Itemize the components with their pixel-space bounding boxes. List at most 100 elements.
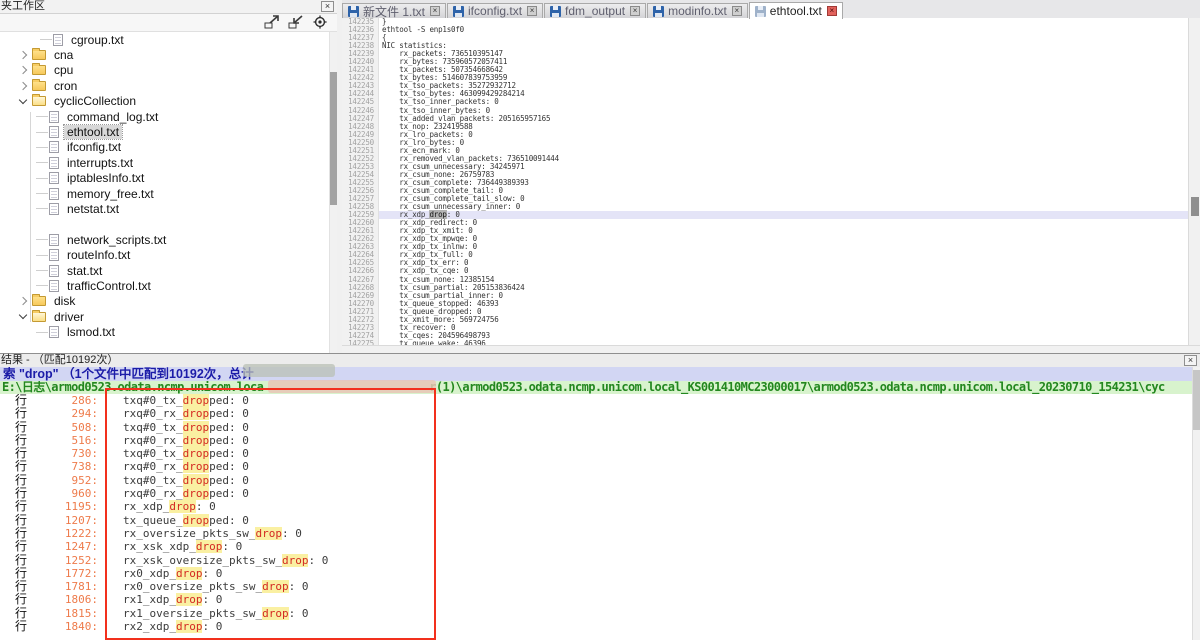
row-line-prefix: 行 [15, 514, 27, 527]
tree-item-cna[interactable]: cna [0, 47, 337, 62]
folder-workspace-panel: 夹工作区 × cgroup.txtcnacpu croncyclicCollect… [0, 0, 338, 353]
tree-item-cyclicCollection[interactable]: cyclicCollection [0, 94, 337, 109]
saved-file-icon [348, 6, 359, 17]
tree-item-redacted [0, 217, 337, 232]
tree-item-cron[interactable]: cron [0, 78, 337, 93]
tree-connector-stub [36, 255, 48, 256]
tree-item-routeInfo.txt[interactable]: routeInfo.txt [0, 247, 337, 262]
search-summary-row[interactable]: 索 "drop" （1个文件中匹配到10192次，总计 [0, 367, 1192, 381]
tree-item-command_log.txt[interactable]: command_log.txt [0, 109, 337, 124]
workspace-toolbar [0, 14, 337, 32]
tree-item-memory_free.txt[interactable]: memory_free.txt [0, 186, 337, 201]
expand-all-icon[interactable] [264, 15, 281, 29]
tree-item-label: lsmod.txt [64, 325, 118, 339]
tree-item-interrupts.txt[interactable]: interrupts.txt [0, 155, 337, 170]
tree-item-ethtool.txt[interactable]: ethtool.txt [0, 124, 337, 139]
tree-item-label: interrupts.txt [64, 156, 136, 170]
tab-close-icon[interactable]: × [732, 6, 742, 16]
editor-line: 142272 tx_xmit_more: 569724756 [342, 316, 1188, 324]
tree-item-driver[interactable]: driver [0, 309, 337, 324]
chevron-right-icon[interactable] [19, 297, 27, 305]
saved-file-icon [550, 6, 561, 17]
file-icon [49, 126, 59, 138]
tree-item-label: netstat.txt [64, 202, 122, 216]
tree-item-label: network_scripts.txt [64, 233, 169, 247]
editor-horizontal-scrollbar[interactable] [342, 345, 1200, 353]
row-line-number: 1781: [34, 580, 98, 593]
tab-close-icon[interactable]: × [827, 6, 837, 16]
tree-item-label: ifconfig.txt [64, 140, 124, 154]
row-line-prefix: 行 [15, 434, 27, 447]
results-scrollbar-thumb[interactable] [1193, 370, 1200, 430]
chevron-right-icon[interactable] [19, 66, 27, 74]
tree-item-lsmod.txt[interactable]: lsmod.txt [0, 324, 337, 339]
tab-close-icon[interactable]: × [430, 6, 440, 16]
editor-vscroll-thumb[interactable] [1191, 197, 1199, 216]
chevron-right-icon[interactable] [19, 82, 27, 90]
chevron-down-icon[interactable] [19, 311, 27, 319]
tree-item-trafficControl.txt[interactable]: trafficControl.txt [0, 278, 337, 293]
tree-scrollbar[interactable] [329, 32, 337, 353]
tree-item-label: cron [51, 79, 80, 93]
workspace-title: 夹工作区 [1, 0, 45, 13]
file-icon [49, 188, 59, 200]
tree-item-label: cpu [51, 63, 76, 77]
row-line-number: 1247: [34, 540, 98, 553]
tree-item-ifconfig.txt[interactable]: ifconfig.txt [0, 140, 337, 155]
row-line-number: 730: [34, 447, 98, 460]
tab-modinfo.txt[interactable]: modinfo.txt× [647, 3, 748, 19]
tree-item-stat.txt[interactable]: stat.txt [0, 263, 337, 278]
tree-connector-stub [36, 162, 48, 163]
tree-scrollbar-thumb[interactable] [330, 72, 337, 205]
results-close-icon[interactable]: × [1184, 355, 1197, 366]
tree-connector-stub [36, 285, 48, 286]
chevron-right-icon[interactable] [19, 51, 27, 59]
tab-ethtool.txt[interactable]: ethtool.txt× [749, 2, 843, 19]
tree-item-iptablesInfo.txt[interactable]: iptablesInfo.txt [0, 171, 337, 186]
file-icon [49, 141, 59, 153]
locate-file-icon[interactable] [312, 15, 329, 29]
tab-close-icon[interactable]: × [527, 6, 537, 16]
tree-item-disk[interactable]: disk [0, 294, 337, 309]
tab-close-icon[interactable]: × [630, 6, 640, 16]
workspace-close-icon[interactable]: × [321, 1, 334, 12]
tab-ifconfig.txt[interactable]: ifconfig.txt× [447, 3, 543, 19]
row-line-prefix: 行 [15, 421, 27, 434]
row-line-prefix: 行 [15, 460, 27, 473]
workspace-titlebar: 夹工作区 × [0, 0, 337, 14]
tree-item-label: routeInfo.txt [64, 248, 133, 262]
line-text: tx_tso_bytes: 463099429284214 [379, 90, 1188, 98]
row-line-number: 1195: [34, 500, 98, 513]
results-scrollbar[interactable] [1192, 367, 1200, 640]
line-text: tx_csum_partial_inner: 0 [379, 292, 1188, 300]
row-line-prefix: 行 [15, 554, 27, 567]
line-text: tx_tso_inner_packets: 0 [379, 98, 1188, 106]
chevron-down-icon[interactable] [19, 96, 27, 104]
line-text: tx_queue_stopped: 46393 [379, 300, 1188, 308]
file-icon [49, 234, 59, 246]
tree-item-label: disk [51, 294, 78, 308]
tab-fdm_output[interactable]: fdm_output× [544, 3, 646, 19]
row-line-prefix: 行 [15, 580, 27, 593]
editor-vertical-scrollbar[interactable] [1188, 18, 1200, 345]
row-line-prefix: 行 [15, 567, 27, 580]
tab-新文件 1.txt[interactable]: 新文件 1.txt× [342, 3, 446, 19]
tree-item-cgroup.txt[interactable]: cgroup.txt [0, 32, 337, 47]
line-text: tx_queue_dropped: 0 [379, 308, 1188, 316]
row-line-number: 1840: [34, 620, 98, 633]
tree-item-network_scripts.txt[interactable]: network_scripts.txt [0, 232, 337, 247]
tree-connector-stub [40, 39, 52, 40]
annotation-red-rectangle [105, 388, 436, 640]
row-line-number: 1222: [34, 527, 98, 540]
workspace-file-tree[interactable]: cgroup.txtcnacpu croncyclicCollectioncomm… [0, 32, 337, 353]
folder-icon [32, 65, 46, 75]
tree-item-cpu[interactable]: cpu [0, 63, 337, 78]
row-line-number: 1815: [34, 607, 98, 620]
row-line-number: 952: [34, 474, 98, 487]
tree-item-netstat.txt[interactable]: netstat.txt [0, 201, 337, 216]
editor-text-area[interactable]: 142235}142236ethtool -S enp1s0f0142237{1… [342, 18, 1188, 345]
folder-icon [32, 96, 46, 106]
collapse-all-icon[interactable] [288, 15, 305, 29]
line-text: rx_xdp_redirect: 0 [379, 219, 1188, 227]
results-titlebar: 结果 - （匹配10192次） × [0, 354, 1200, 368]
